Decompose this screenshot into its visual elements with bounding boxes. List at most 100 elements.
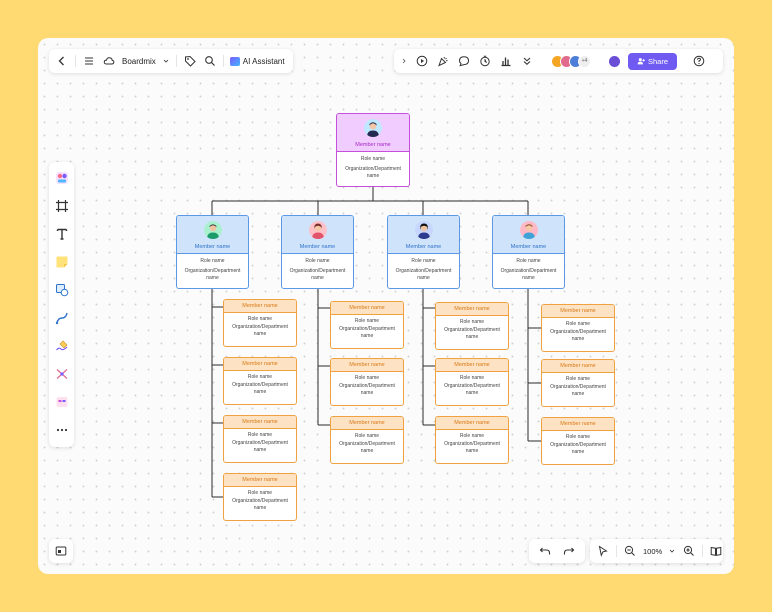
- organization-name: Organization/Department name: [444, 441, 500, 454]
- branch-head-card-header: Member name: [388, 216, 459, 254]
- search-icon[interactable]: [203, 54, 217, 68]
- redo-icon[interactable]: [562, 544, 576, 558]
- collaborator-avatars[interactable]: +4: [551, 54, 591, 68]
- member-name: Member name: [331, 417, 403, 430]
- member-name: Member name: [331, 359, 403, 372]
- more-down-icon[interactable]: [520, 54, 534, 68]
- organization-name: Organization/Department name: [444, 327, 500, 340]
- member-card[interactable]: Member name Role name Organization/Depar…: [223, 473, 297, 521]
- member-name: Member name: [331, 302, 403, 315]
- top-left-toolbar: Boardmix AI Assistant: [49, 49, 293, 73]
- role-name: Role name: [354, 318, 380, 324]
- more-icon[interactable]: [53, 420, 71, 439]
- branch-head-card-2[interactable]: Member name Role name Organization/Depar…: [281, 215, 354, 289]
- canvas[interactable]: Member name Role name Organization/Depar…: [38, 38, 734, 574]
- collaborator-count: +4: [578, 54, 591, 68]
- organization-name: Organization/Department name: [339, 383, 395, 396]
- member-card[interactable]: Member name Role name Organization/Depar…: [223, 299, 297, 347]
- select-icon[interactable]: [596, 544, 610, 558]
- zoom-out-icon[interactable]: [623, 544, 637, 558]
- sticky-note-icon[interactable]: [53, 252, 71, 271]
- zoom-level[interactable]: 100%: [643, 547, 662, 556]
- mindmap-icon[interactable]: [53, 364, 71, 383]
- role-name: Role name: [516, 258, 541, 264]
- member-name: Member name: [436, 417, 508, 430]
- add-user-icon: [637, 58, 645, 65]
- chart-icon[interactable]: [499, 54, 513, 68]
- member-card[interactable]: Member name Role name Organization/Depar…: [330, 301, 404, 349]
- organization-name: Organization/Department name: [500, 268, 557, 281]
- role-name: Role name: [247, 490, 273, 496]
- organization-name: Organization/Department name: [289, 268, 346, 281]
- chevron-down-icon[interactable]: [668, 544, 676, 558]
- member-name: Member name: [436, 303, 508, 316]
- tag-icon[interactable]: [183, 54, 197, 68]
- member-name: Member name: [436, 359, 508, 372]
- chevron-down-icon[interactable]: [162, 54, 170, 68]
- member-card[interactable]: Member name Role name Organization/Depar…: [435, 302, 509, 350]
- share-button[interactable]: Share: [628, 52, 678, 70]
- book-icon[interactable]: [709, 544, 723, 558]
- ai-logo-icon: [229, 56, 240, 66]
- help-icon[interactable]: [692, 54, 706, 68]
- minimap-icon: [54, 544, 68, 558]
- timer-icon[interactable]: [478, 54, 492, 68]
- template-icon[interactable]: [53, 168, 71, 187]
- avatar: [364, 119, 382, 137]
- member-card[interactable]: Member name Role name Organization/Depar…: [223, 415, 297, 463]
- minimap-toggle[interactable]: [49, 539, 73, 563]
- undo-icon[interactable]: [538, 544, 552, 558]
- branch-head-card-3[interactable]: Member name Role name Organization/Depar…: [387, 215, 460, 289]
- organization-name: Organization/Department name: [550, 384, 606, 397]
- branch-head-card-header: Member name: [177, 216, 248, 254]
- divider: [75, 55, 76, 67]
- role-name: Role name: [200, 258, 225, 264]
- shape-icon[interactable]: [53, 280, 71, 299]
- role-name: Role name: [360, 156, 386, 162]
- member-name: Member name: [224, 416, 296, 429]
- menu-icon[interactable]: [82, 54, 96, 68]
- role-name: Role name: [354, 433, 380, 439]
- role-name: Role name: [565, 321, 591, 327]
- organization-name: Organization/Department name: [550, 442, 606, 455]
- text-icon[interactable]: [53, 224, 71, 243]
- role-name: Role name: [411, 258, 436, 264]
- expand-icon[interactable]: [400, 54, 408, 68]
- branch-head-card-4[interactable]: Member name Role name Organization/Depar…: [492, 215, 565, 289]
- member-name: Member name: [542, 305, 614, 318]
- member-name: Member name: [299, 244, 336, 250]
- cloud-icon: [102, 54, 116, 68]
- divider: [175, 55, 177, 67]
- role-name: Role name: [247, 316, 273, 322]
- zoom-in-icon[interactable]: [682, 544, 696, 558]
- org-top-card[interactable]: Member name Role name Organization/Depar…: [336, 113, 410, 187]
- branch-head-card-1[interactable]: Member name Role name Organization/Depar…: [176, 215, 249, 289]
- app-name[interactable]: Boardmix: [122, 57, 156, 66]
- play-icon[interactable]: [415, 54, 429, 68]
- ai-assistant-button[interactable]: AI Assistant: [229, 56, 285, 66]
- member-card[interactable]: Member name Role name Organization/Depar…: [223, 357, 297, 405]
- role-name: Role name: [247, 374, 273, 380]
- celebrate-icon[interactable]: [436, 54, 450, 68]
- role-name: Role name: [459, 375, 485, 381]
- member-name: Member name: [405, 244, 442, 250]
- member-card[interactable]: Member name Role name Organization/Depar…: [541, 359, 615, 407]
- frame-icon[interactable]: [53, 196, 71, 215]
- member-name: Member name: [542, 418, 614, 431]
- organization-name: Organization/Department name: [232, 498, 288, 511]
- pen-icon[interactable]: [53, 336, 71, 355]
- member-card[interactable]: Member name Role name Organization/Depar…: [330, 416, 404, 464]
- member-card[interactable]: Member name Role name Organization/Depar…: [435, 358, 509, 406]
- current-user-avatar[interactable]: [608, 54, 621, 68]
- connector-icon[interactable]: [53, 308, 71, 327]
- member-card[interactable]: Member name Role name Organization/Depar…: [330, 358, 404, 406]
- member-name: Member name: [224, 474, 296, 487]
- role-name: Role name: [459, 319, 485, 325]
- comment-icon[interactable]: [457, 54, 471, 68]
- member-card[interactable]: Member name Role name Organization/Depar…: [541, 417, 615, 465]
- member-card[interactable]: Member name Role name Organization/Depar…: [541, 304, 615, 352]
- role-name: Role name: [565, 376, 591, 382]
- back-icon[interactable]: [55, 54, 69, 68]
- table-icon[interactable]: [53, 392, 71, 411]
- member-card[interactable]: Member name Role name Organization/Depar…: [435, 416, 509, 464]
